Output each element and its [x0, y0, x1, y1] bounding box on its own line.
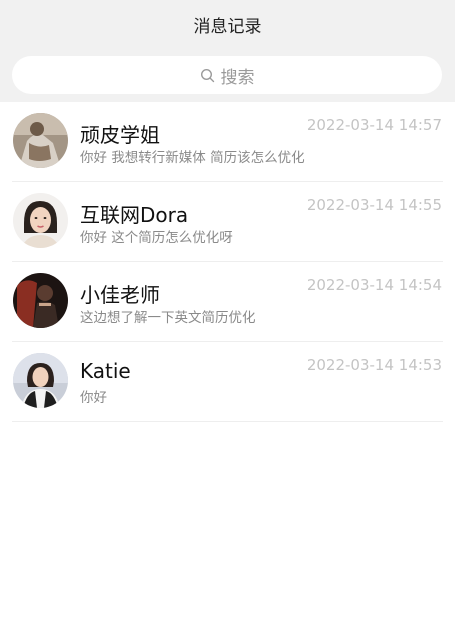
chat-time: 2022-03-14 14:53 — [306, 356, 442, 374]
chat-time: 2022-03-14 14:57 — [306, 116, 442, 134]
page-title: 消息记录 — [193, 17, 262, 37]
chat-preview: 你好 这个简历怎么优化呀 — [80, 230, 233, 246]
divider — [12, 421, 443, 422]
chat-preview: 这边想了解一下英文简历优化 — [80, 310, 256, 326]
chat-name: 顽皮学姐 — [80, 123, 160, 147]
chat-name: 互联网Dora — [80, 203, 189, 227]
chat-preview: 你好 — [80, 390, 107, 406]
chat-item[interactable]: 小佳老师 这边想了解一下英文简历优化 2022-03-14 14:54 — [0, 262, 455, 342]
search-bar[interactable]: 搜索 — [12, 56, 442, 94]
avatar — [13, 193, 68, 248]
search-placeholder[interactable]: 搜索 — [221, 63, 255, 88]
chat-name: 小佳老师 — [80, 283, 160, 307]
chat-item[interactable]: 顽皮学姐 你好 我想转行新媒体 简历该怎么优化 2022-03-14 14:57 — [0, 102, 455, 182]
chat-item[interactable]: 互联网Dora 你好 这个简历怎么优化呀 2022-03-14 14:55 — [0, 182, 455, 262]
avatar — [13, 113, 68, 168]
chat-time: 2022-03-14 14:55 — [306, 196, 442, 214]
avatar — [13, 353, 68, 408]
search-icon — [200, 67, 216, 83]
chat-time: 2022-03-14 14:54 — [306, 276, 442, 294]
chat-name: Katie — [80, 359, 131, 383]
chat-list: 顽皮学姐 你好 我想转行新媒体 简历该怎么优化 2022-03-14 14:57… — [0, 102, 455, 422]
search-content[interactable]: 搜索 — [12, 56, 442, 94]
chat-item[interactable]: Katie 你好 2022-03-14 14:53 — [0, 342, 455, 422]
header-area: 消息记录 搜索 — [0, 0, 455, 102]
chat-preview: 你好 我想转行新媒体 简历该怎么优化 — [80, 150, 305, 166]
avatar — [13, 273, 68, 328]
